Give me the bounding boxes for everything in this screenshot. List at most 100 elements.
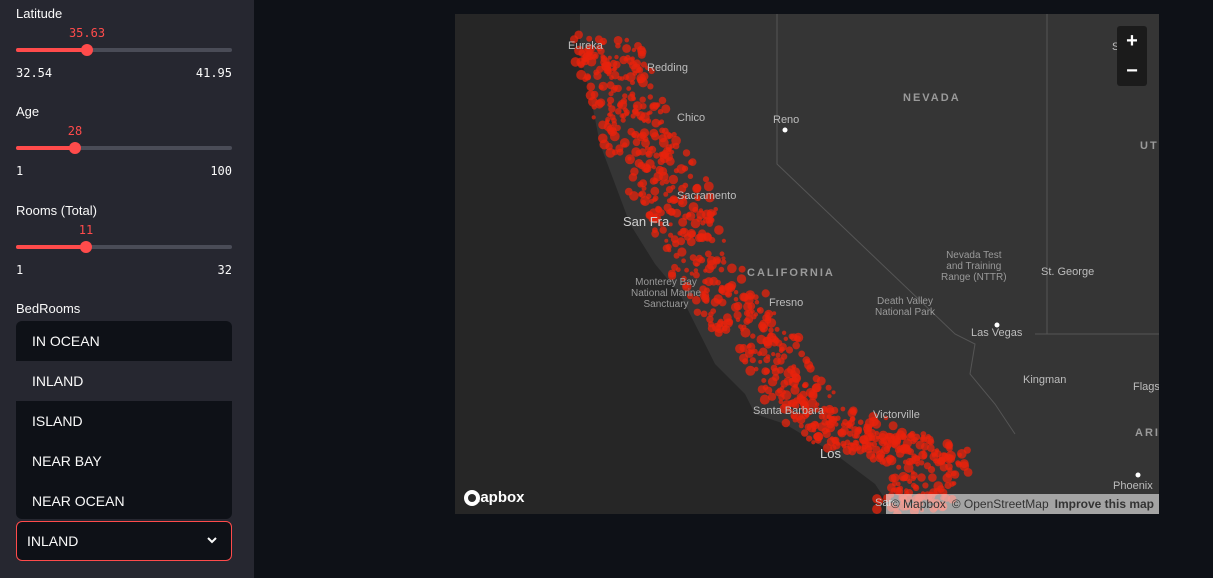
latitude-thumb[interactable]: [81, 44, 93, 56]
age-thumb[interactable]: [69, 142, 81, 154]
latitude-slider[interactable]: Latitude 35.63 32.54 41.95: [16, 6, 232, 86]
age-range: 1 100: [16, 164, 232, 178]
housing-point: [813, 432, 823, 442]
dropdown-option-in-ocean[interactable]: IN OCEAN: [16, 321, 232, 361]
housing-point: [635, 149, 642, 156]
housing-point: [753, 366, 759, 372]
age-track[interactable]: [16, 142, 232, 154]
housing-point: [937, 485, 945, 493]
housing-point: [801, 429, 809, 437]
housing-point: [686, 237, 696, 247]
housing-point: [831, 406, 839, 414]
housing-point: [724, 283, 733, 291]
housing-point: [641, 199, 647, 205]
attribution-mapbox[interactable]: © Mapbox: [891, 494, 946, 514]
age-slider[interactable]: Age 28 1 100: [16, 104, 232, 184]
housing-point: [779, 346, 785, 352]
housing-point: [826, 437, 836, 446]
housing-point: [664, 238, 669, 243]
label-redding: Redding: [647, 62, 688, 74]
map-view[interactable]: Eureka Redding Chico NEVADA Reno UT Sacr…: [455, 14, 1159, 514]
label-st-george: St. George: [1041, 266, 1095, 278]
housing-point: [716, 299, 722, 304]
housing-point: [623, 57, 629, 62]
housing-point: [637, 181, 644, 188]
housing-point: [768, 327, 774, 333]
housing-point: [740, 293, 749, 302]
housing-point: [688, 158, 697, 167]
zoom-out-button[interactable]: −: [1117, 56, 1147, 86]
housing-point: [619, 138, 630, 148]
rooms-slider[interactable]: Rooms (Total) 11 1 32: [16, 203, 232, 283]
housing-point: [756, 307, 762, 313]
housing-point: [698, 208, 704, 213]
housing-point: [925, 435, 934, 445]
age-min: 1: [16, 164, 24, 178]
label-reno: Reno: [773, 114, 800, 126]
label-utah: UT: [1140, 140, 1159, 152]
housing-point: [639, 96, 646, 103]
housing-point: [590, 90, 599, 99]
housing-point: [771, 352, 776, 357]
housing-point: [896, 464, 902, 470]
housing-point: [928, 473, 937, 482]
attribution-osm[interactable]: © OpenStreetMap: [952, 494, 1049, 514]
housing-point: [586, 56, 597, 67]
ocean-proximity-select[interactable]: INLAND: [16, 521, 232, 561]
housing-point: [772, 374, 780, 382]
housing-point: [649, 128, 659, 138]
housing-point: [629, 191, 639, 201]
rooms-track[interactable]: [16, 241, 232, 253]
housing-point: [700, 310, 708, 318]
housing-point: [850, 407, 857, 414]
housing-point: [651, 229, 660, 238]
housing-point: [866, 450, 876, 460]
housing-point: [927, 466, 936, 474]
housing-point: [882, 457, 892, 467]
housing-point: [827, 394, 832, 399]
housing-point: [725, 291, 731, 297]
housing-point: [775, 352, 781, 358]
housing-point: [917, 473, 926, 482]
housing-point: [804, 358, 810, 364]
housing-point: [703, 287, 710, 294]
housing-point: [658, 137, 669, 148]
age-label: Age: [16, 104, 40, 119]
housing-point: [607, 96, 615, 104]
housing-point: [598, 133, 608, 144]
housing-point: [657, 109, 664, 115]
housing-point: [866, 428, 872, 433]
housing-point: [840, 422, 847, 428]
zoom-in-button[interactable]: +: [1117, 26, 1147, 56]
map-canvas: [455, 14, 1159, 514]
rooms-thumb[interactable]: [80, 241, 92, 253]
housing-point: [788, 333, 795, 340]
housing-point: [774, 326, 780, 332]
housing-point: [681, 258, 686, 264]
housing-point: [586, 82, 596, 92]
housing-point: [891, 439, 898, 446]
housing-point: [673, 252, 680, 259]
housing-point: [743, 317, 751, 325]
dropdown-option-inland[interactable]: INLAND: [16, 361, 232, 401]
label-san-francisco: San Fra: [623, 214, 670, 229]
housing-point: [758, 359, 763, 364]
housing-point: [946, 445, 953, 452]
label-kingman: Kingman: [1023, 374, 1067, 386]
housing-point: [913, 484, 919, 490]
housing-point: [686, 212, 692, 218]
dropdown-option-near-ocean[interactable]: NEAR OCEAN: [16, 481, 232, 519]
dropdown-option-island[interactable]: ISLAND: [16, 401, 232, 441]
latitude-track[interactable]: [16, 44, 232, 56]
dropdown-option-near-bay[interactable]: NEAR BAY: [16, 441, 232, 481]
label-nevada: NEVADA: [903, 92, 961, 104]
mapbox-logo[interactable]: mapbox: [463, 489, 525, 506]
attribution-improve[interactable]: Improve this map: [1055, 494, 1154, 514]
housing-point: [806, 364, 815, 373]
housing-point: [624, 37, 630, 43]
housing-point: [708, 311, 714, 318]
housing-point: [631, 63, 642, 74]
housing-point: [842, 445, 852, 455]
housing-point: [792, 341, 800, 350]
label-arizona: ARI: [1135, 427, 1159, 439]
